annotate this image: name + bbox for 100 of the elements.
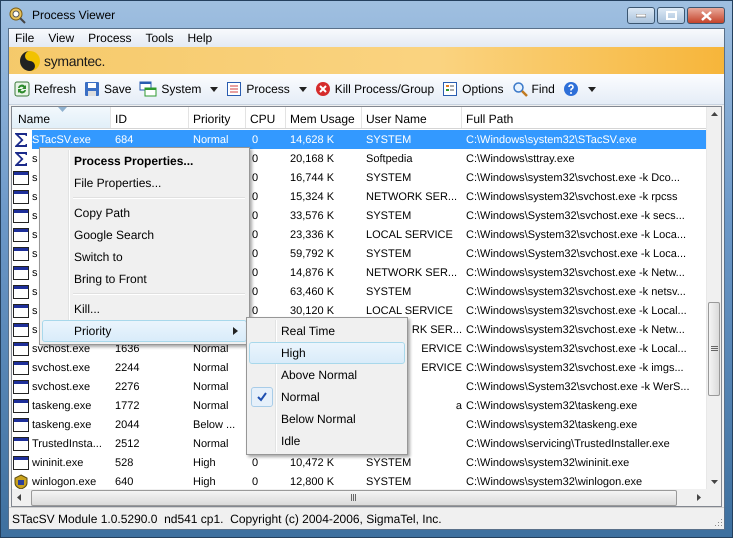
minimize-button[interactable] (627, 7, 655, 24)
column-header[interactable]: Name (12, 107, 111, 128)
sigma-icon (13, 132, 29, 148)
table-cell-text: 59,792 K (289, 248, 336, 260)
table-cell: s (32, 152, 38, 164)
table-cell-text: C:\Windows\system32\svchost.exe -k Local... (465, 304, 688, 316)
table-cell-text: 20,168 K (289, 152, 336, 164)
minimize-icon (636, 14, 646, 18)
table-cell-text: C:\Windows\sttray.exe (465, 152, 576, 164)
menu-item[interactable]: Below Normal (249, 408, 405, 430)
table-cell-text: 2044 (114, 418, 140, 430)
table-cell: taskeng.exe (32, 418, 92, 430)
table-cell-text: 640 (114, 476, 134, 488)
table-cell-text: 2512 (114, 438, 140, 450)
table-cell-text: SYSTEM (365, 210, 412, 222)
table-cell-text: C:\Windows\System32\svchost.exe -k WerS... (465, 380, 691, 392)
menu-item[interactable]: Help (182, 29, 220, 47)
table-cell-text: C:\Windows\System32\svchost.exe -k Loca... (465, 228, 688, 240)
menu-item[interactable]: High (249, 342, 405, 364)
menu-item[interactable]: Real Time (249, 320, 405, 342)
column-header[interactable]: User Name (362, 107, 462, 128)
table-cell: svchost.exe (32, 380, 90, 392)
menu-item[interactable]: Process (82, 29, 140, 47)
table-cell-text: 14,628 K (289, 134, 336, 146)
toolbar-button[interactable]: Options (438, 78, 508, 100)
table-cell-text: 684 (114, 134, 134, 146)
floppy-icon (84, 81, 100, 97)
logo-icon (19, 50, 41, 72)
menu-item[interactable]: Copy Path (42, 202, 247, 224)
table-cell-text: 0 (251, 476, 260, 488)
table-cell-text: C:\Windows\system32\svchost.exe -k Netw... (465, 266, 686, 278)
table-cell: wininit.exe (32, 456, 84, 468)
status-text: STacSV Module 1.0.5290.0 nd541 cp1. Copyright (c) 2004-2006, SigmaTel, Inc. (12, 512, 442, 526)
table-cell-text: 2276 (114, 380, 140, 392)
toolbar-button[interactable]: Kill Process/Group (310, 78, 438, 100)
table-cell-text: C:\Windows\System32\svchost.exe -k Loca... (465, 248, 688, 260)
table-cell: s (32, 324, 38, 336)
column-header[interactable]: ID (111, 107, 189, 128)
column-header[interactable]: Priority (189, 107, 246, 128)
menu-item[interactable]: Priority (42, 320, 247, 342)
menu-item[interactable]: Above Normal (249, 364, 405, 386)
menu-item[interactable]: Google Search (42, 224, 247, 246)
table-cell: s (32, 190, 38, 202)
scroll-thumb[interactable] (708, 302, 720, 396)
menu-item[interactable]: View (42, 29, 82, 47)
table-cell-text: C:\Windows\system32\taskeng.exe (465, 400, 638, 412)
toolbar-button[interactable]: Find (508, 78, 559, 100)
table-cell-text: C:\Windows\system32\svchost.exe -k Dco... (465, 172, 681, 184)
table-cell-text: Normal (192, 342, 230, 354)
help-icon (562, 81, 579, 97)
table-cell-text: SYSTEM (365, 248, 412, 260)
table-cell-text: 0 (251, 266, 260, 278)
table-cell-text: 30,120 K (289, 304, 336, 316)
menu-item[interactable]: Normal (249, 386, 405, 408)
close-button[interactable] (687, 7, 725, 24)
table-cell-text: SYSTEM (365, 476, 412, 488)
table-cell: s (32, 304, 38, 316)
table-cell-text: C:\Windows\System32\svchost.exe -k secs... (465, 210, 686, 222)
table-cell-text: 33,576 K (289, 210, 336, 222)
table-cell-text: 0 (251, 228, 260, 240)
table-cell-text: C:\Windows\system32\STacSV.exe (465, 134, 638, 146)
table-cell-text: Normal (192, 438, 230, 450)
table-cell-text: C:\Windows\servicing\TrustedInstaller.exe (465, 438, 671, 450)
table-cell-text: ERVICE (420, 342, 462, 354)
sigma-icon (13, 150, 29, 166)
table-cell-text: 2244 (114, 362, 140, 374)
table-cell-text: SYSTEM (365, 286, 412, 298)
menu-item[interactable]: Kill... (42, 298, 247, 320)
menu-item[interactable]: Bring to Front (42, 268, 247, 290)
menu-item[interactable]: Idle (249, 430, 405, 452)
table-cell-text: 0 (251, 172, 260, 184)
table-cell-text: 0 (251, 248, 260, 260)
table-cell-text: 10,472 K (289, 456, 336, 468)
menu-item[interactable]: File Properties... (42, 172, 247, 194)
column-header[interactable]: Mem Usage (286, 107, 362, 128)
table-cell-text: 12,800 K (289, 476, 336, 488)
table-cell-text: High (192, 456, 217, 468)
toolbar-button[interactable]: Save (80, 78, 136, 100)
table-cell-text: 14,876 K (289, 266, 336, 278)
maximize-button[interactable] (657, 7, 685, 24)
column-header[interactable]: CPU (246, 107, 286, 128)
menu-item[interactable]: Tools (140, 29, 182, 47)
menu-item[interactable]: Switch to (42, 246, 247, 268)
table-cell-text: C:\Windows\system32\winlogon.exe (465, 476, 644, 488)
table-cell-text: NETWORK SER... (365, 190, 458, 202)
vertical-scrollbar[interactable] (706, 107, 721, 489)
table-cell-text: C:\Windows\system32\svchost.exe -k rpcss (465, 190, 679, 202)
toolbar-button[interactable]: Process (222, 78, 311, 100)
table-cell-text: Normal (192, 380, 230, 392)
shield-icon (13, 474, 29, 489)
table-cell-text: 0 (251, 134, 260, 146)
column-header[interactable]: Full Path (462, 107, 706, 128)
menu-item[interactable]: File (9, 29, 42, 47)
search-icon (512, 81, 528, 97)
toolbar-button[interactable]: Refresh (10, 78, 80, 100)
table-cell-text: 16,744 K (289, 172, 336, 184)
table-cell: s (32, 266, 38, 278)
menu-item[interactable]: Process Properties... (42, 150, 247, 172)
toolbar-button[interactable]: System (135, 78, 222, 100)
table-cell: s (32, 286, 38, 298)
